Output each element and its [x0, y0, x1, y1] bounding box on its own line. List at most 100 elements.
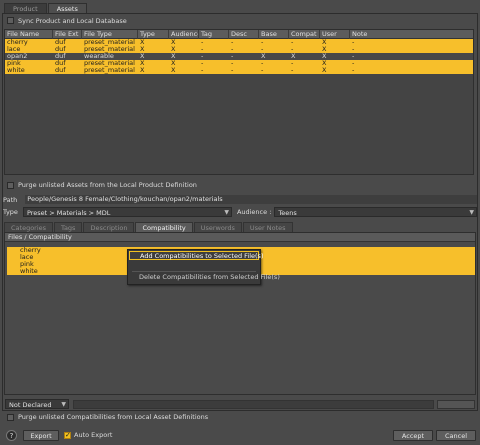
table-cell: pink	[7, 60, 21, 67]
path-field[interactable]: People/Genesis 8 Female/Clothing/kouchan…	[25, 195, 477, 204]
metadata-tab-bar: Categories Tags Description Compatibilit…	[4, 222, 294, 232]
type-label: Type	[3, 208, 18, 216]
declared-dropdown-value: Not Declared	[9, 401, 52, 409]
table-cell: X	[140, 60, 145, 67]
table-cell: -	[231, 60, 234, 67]
table-cell: -	[352, 39, 355, 46]
table-cell: duf	[55, 60, 66, 67]
accept-button[interactable]: Accept	[393, 430, 433, 441]
column-header[interactable]: Note	[350, 30, 473, 39]
asset-rows: cherry duf preset_material X X - - - - X - lace duf p…	[5, 39, 473, 74]
table-cell: wearable	[84, 53, 114, 60]
table-cell: X	[261, 53, 266, 60]
table-cell: -	[261, 39, 264, 46]
table-row[interactable]: lace duf preset_material X X - - - - X -	[5, 46, 473, 53]
table-cell: -	[231, 67, 234, 74]
purge-compat-label: Purge unlisted Compatibilities from Loca…	[18, 413, 209, 421]
table-cell: X	[291, 53, 296, 60]
column-header[interactable]: User	[320, 30, 350, 39]
table-cell: X	[171, 53, 176, 60]
purge-compat-checkbox[interactable]	[7, 413, 14, 421]
purge-compat-row: Purge unlisted Compatibilities from Loca…	[7, 413, 208, 421]
purge-assets-row: Purge unlisted Assets from the Local Pro…	[7, 181, 197, 189]
bottom-bar: ? Export Auto Export Accept Cancel	[0, 427, 480, 445]
auto-export-toggle[interactable]: Auto Export	[64, 431, 112, 439]
table-cell: X	[140, 39, 145, 46]
path-label: Path	[3, 195, 18, 204]
table-row[interactable]: pink duf preset_material X X - - - - X -	[5, 60, 473, 67]
tab-compatibility[interactable]: Compatibility	[135, 222, 193, 232]
table-cell: X	[171, 60, 176, 67]
purge-assets-checkbox[interactable]	[7, 181, 14, 189]
declare-input[interactable]	[73, 399, 434, 409]
column-header[interactable]: Tag	[199, 30, 229, 39]
sync-row: Sync Product and Local Database	[7, 16, 127, 25]
declare-action-button[interactable]	[437, 399, 475, 409]
table-cell: preset_material	[84, 60, 135, 67]
table-cell: duf	[55, 67, 66, 74]
table-cell: X	[171, 67, 176, 74]
type-dropdown-value: Preset > Materials > MDL	[26, 209, 111, 217]
column-header[interactable]: File Ext	[53, 30, 82, 39]
table-cell: X	[322, 53, 327, 60]
sync-checkbox[interactable]	[7, 17, 14, 24]
table-cell: -	[201, 67, 204, 74]
column-header[interactable]: Base	[259, 30, 289, 39]
table-cell: preset_material	[84, 46, 135, 53]
tab-description[interactable]: Description	[83, 222, 135, 232]
audience-dropdown[interactable]: Teens ▼	[274, 207, 477, 217]
type-dropdown[interactable]: Preset > Materials > MDL ▼	[22, 207, 232, 217]
table-cell: preset_material	[84, 67, 135, 74]
tab-categories[interactable]: Categories	[4, 222, 54, 232]
column-header[interactable]: File Type	[82, 30, 138, 39]
table-cell: cherry	[7, 39, 28, 46]
table-cell: -	[261, 60, 264, 67]
menu-item-disabled	[128, 261, 260, 270]
tab-tags[interactable]: Tags	[54, 222, 83, 232]
table-cell: -	[231, 46, 234, 53]
table-row[interactable]: opan2 duf wearable X X - - X X X -	[5, 53, 473, 60]
path-row: Path People/Genesis 8 Female/Clothing/ko…	[3, 195, 477, 204]
chevron-down-icon: ▼	[469, 209, 474, 216]
purge-assets-label: Purge unlisted Assets from the Local Pro…	[18, 181, 197, 189]
audience-label: Audience :	[236, 208, 272, 216]
table-cell: -	[201, 39, 204, 46]
cancel-button[interactable]: Cancel	[436, 430, 476, 441]
table-row[interactable]: cherry duf preset_material X X - - - - X -	[5, 39, 473, 46]
menu-item-add-compatibilities[interactable]: Add Compatibilities to Selected File(s)	[129, 251, 263, 260]
auto-export-label: Auto Export	[74, 431, 113, 439]
declared-dropdown[interactable]: Not Declared ▼	[5, 399, 69, 409]
table-cell: white	[7, 67, 25, 74]
table-row[interactable]: white duf preset_material X X - - - - X -	[5, 67, 473, 74]
table-cell: -	[352, 67, 355, 74]
table-cell: X	[322, 39, 327, 46]
audience-dropdown-value: Teens	[278, 209, 297, 217]
table-cell: -	[201, 46, 204, 53]
table-cell: lace	[7, 46, 21, 53]
column-header[interactable]: Type	[138, 30, 169, 39]
column-header[interactable]: Compat	[289, 30, 320, 39]
declare-row: Not Declared ▼	[5, 399, 475, 409]
table-cell: -	[352, 53, 355, 60]
type-row: Type Preset > Materials > MDL ▼ Audience…	[3, 207, 477, 217]
export-button[interactable]: Export	[23, 430, 59, 441]
column-header[interactable]: Audience	[169, 30, 199, 39]
help-button[interactable]: ?	[6, 430, 17, 441]
table-cell: -	[201, 60, 204, 67]
table-cell: -	[291, 39, 294, 46]
menu-item-delete-compatibilities[interactable]: Delete Compatibilities from Selected Fil…	[128, 273, 280, 282]
table-cell: X	[140, 53, 145, 60]
table-cell: -	[261, 67, 264, 74]
menu-separator	[132, 271, 256, 272]
compat-header: Files / Compatibility	[5, 233, 475, 242]
table-cell: X	[171, 46, 176, 53]
table-cell: X	[140, 46, 145, 53]
tab-user-notes[interactable]: User Notes	[242, 222, 293, 232]
auto-export-checkbox[interactable]	[64, 431, 71, 439]
asset-table: File Name File Ext File Type Type Audien…	[4, 29, 474, 175]
column-header[interactable]: File Name	[5, 30, 53, 39]
column-header[interactable]: Desc	[229, 30, 259, 39]
tab-userwords[interactable]: Userwords	[193, 222, 242, 232]
table-cell: X	[171, 39, 176, 46]
table-cell: -	[291, 46, 294, 53]
